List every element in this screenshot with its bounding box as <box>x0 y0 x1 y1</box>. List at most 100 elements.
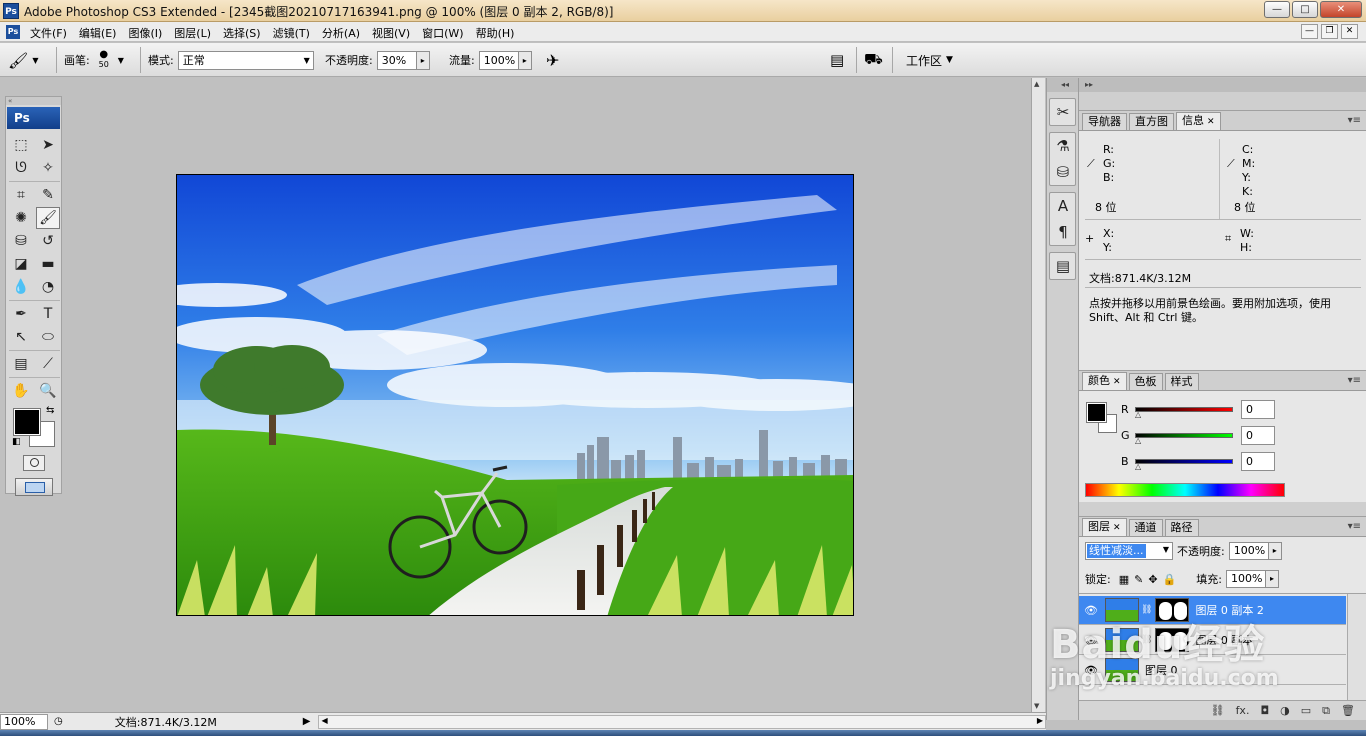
lock-all-icon[interactable]: 🔒 <box>1163 573 1177 586</box>
menu-view[interactable]: 视图(V) <box>368 25 418 41</box>
blue-value-input[interactable]: 0 <box>1241 452 1275 471</box>
eye-icon[interactable]: 👁 <box>1079 604 1103 617</box>
flow-input[interactable]: 100% <box>478 50 519 70</box>
red-slider[interactable]: R 0 △ <box>1121 400 1275 419</box>
color-spectrum-ramp[interactable] <box>1085 483 1285 497</box>
close-button[interactable]: ✕ <box>1320 1 1362 18</box>
tab-color[interactable]: 颜色 ✕ <box>1082 372 1127 390</box>
mask-link-icon[interactable]: ⛓ <box>1141 635 1152 645</box>
hand-tool-icon[interactable]: ✋ <box>9 380 33 402</box>
layers-scrollbar[interactable] <box>1347 594 1366 702</box>
gradient-tool-icon[interactable]: ▬ <box>36 253 60 275</box>
menu-analysis[interactable]: 分析(A) <box>318 25 368 41</box>
tools-grip[interactable]: « <box>6 97 61 105</box>
green-slider[interactable]: G 0 △ <box>1121 426 1275 445</box>
slider-knob-icon[interactable]: △ <box>1135 462 1141 471</box>
scroll-up-icon[interactable]: ▲ <box>1034 80 1039 88</box>
eraser-tool-icon[interactable]: ◪ <box>9 253 33 275</box>
green-value-input[interactable]: 0 <box>1241 426 1275 445</box>
palette-well-icon[interactable]: ▤ <box>830 51 844 69</box>
maximize-button[interactable]: □ <box>1292 1 1318 18</box>
tab-navigator[interactable]: 导航器 <box>1082 113 1127 130</box>
notes-tool-icon[interactable]: ▤ <box>9 353 33 375</box>
canvas-vertical-scrollbar[interactable]: ▲ ▼ <box>1031 78 1045 712</box>
opacity-input[interactable]: 30% <box>376 50 417 70</box>
new-layer-icon[interactable]: ⧉ <box>1322 704 1330 718</box>
shape-tool-icon[interactable]: ⬭ <box>36 326 60 348</box>
dodge-tool-icon[interactable]: ◔ <box>36 276 60 298</box>
status-options-icon[interactable]: ◷ <box>54 716 63 727</box>
slider-knob-icon[interactable]: △ <box>1135 436 1141 445</box>
menu-image[interactable]: 图像(I) <box>124 25 170 41</box>
menu-window[interactable]: 窗口(W) <box>418 25 471 41</box>
type-tool-icon[interactable]: T <box>36 303 60 325</box>
menu-layer[interactable]: 图层(L) <box>170 25 219 41</box>
status-menu-arrow-icon[interactable]: ▶ <box>303 716 311 727</box>
menu-file[interactable]: 文件(F) <box>26 25 75 41</box>
add-mask-icon[interactable]: ◘ <box>1260 704 1269 717</box>
delete-layer-icon[interactable]: 🗑 <box>1341 704 1355 717</box>
scroll-right-icon[interactable]: ▶ <box>1037 716 1043 725</box>
doc-minimize-button[interactable]: — <box>1301 24 1318 39</box>
slider-knob-icon[interactable]: △ <box>1135 410 1141 419</box>
eye-icon[interactable]: 👁 <box>1079 664 1103 677</box>
slice-tool-icon[interactable]: ✎ <box>36 184 60 206</box>
green-slider-track[interactable] <box>1135 433 1233 438</box>
close-icon[interactable]: ✕ <box>1207 117 1215 127</box>
menu-select[interactable]: 选择(S) <box>219 25 269 41</box>
blur-tool-icon[interactable]: 💧 <box>9 276 33 298</box>
doc-restore-button[interactable]: ❐ <box>1321 24 1338 39</box>
layer-style-icon[interactable]: fx. <box>1236 704 1250 717</box>
default-colors-icon[interactable]: ◧ <box>12 437 21 447</box>
color-fg-swatch[interactable] <box>1086 402 1107 423</box>
magic-wand-tool-icon[interactable]: ✧ <box>36 157 60 179</box>
layer-opacity-input[interactable]: 100% <box>1228 542 1269 560</box>
document-canvas[interactable] <box>176 174 854 616</box>
brush-picker-arrow-icon[interactable]: ▼ <box>118 56 124 65</box>
new-group-icon[interactable]: ▭ <box>1301 704 1311 717</box>
tab-channels[interactable]: 通道 <box>1128 519 1163 536</box>
pen-tool-icon[interactable]: ✒ <box>9 303 33 325</box>
doc-close-button[interactable]: ✕ <box>1341 24 1358 39</box>
mask-link-icon[interactable]: ⛓ <box>1141 605 1152 615</box>
swap-colors-icon[interactable]: ⇆ <box>46 405 54 416</box>
close-icon[interactable]: ✕ <box>1113 377 1121 387</box>
panels-expand-icon[interactable]: ▸▸ <box>1079 78 1366 92</box>
layer-comps-icon[interactable]: ▤ <box>1050 253 1076 279</box>
layer-mask-thumbnail[interactable] <box>1155 628 1190 652</box>
zoom-tool-icon[interactable]: 🔍 <box>36 380 60 402</box>
layer-row[interactable]: 👁 ⛓ 图层 0 副本 2 <box>1079 596 1346 625</box>
move-tool-icon[interactable]: ➤ <box>36 134 60 156</box>
crop-tool-icon[interactable]: ⌗ <box>9 184 33 206</box>
opacity-slider-button[interactable]: ▸ <box>416 50 430 70</box>
lock-position-icon[interactable]: ✥ <box>1148 573 1157 586</box>
foreground-color-swatch[interactable] <box>13 408 41 436</box>
eyedropper-tool-icon[interactable]: ⟋ <box>36 353 60 375</box>
panel-menu-icon[interactable]: ▾≡ <box>1348 521 1361 532</box>
panel-menu-icon[interactable]: ▾≡ <box>1348 375 1361 386</box>
tab-layers[interactable]: 图层 ✕ <box>1082 518 1127 536</box>
tool-presets-icon[interactable]: ✂ <box>1050 99 1076 125</box>
character-panel-icon[interactable]: A <box>1050 193 1076 219</box>
panel-menu-icon[interactable]: ▾≡ <box>1348 115 1361 126</box>
path-selection-tool-icon[interactable]: ↖ <box>9 326 33 348</box>
clone-source-icon[interactable]: ⛁ <box>1050 159 1076 185</box>
red-value-input[interactable]: 0 <box>1241 400 1275 419</box>
tab-paths[interactable]: 路径 <box>1164 519 1199 536</box>
workspace-menu[interactable]: 工作区 <box>906 52 942 69</box>
airbrush-icon[interactable]: ✈ <box>546 51 559 70</box>
screen-mode-button[interactable] <box>14 478 53 496</box>
menu-filter[interactable]: 滤镜(T) <box>269 25 318 41</box>
tab-swatches[interactable]: 色板 <box>1128 373 1163 390</box>
adjustment-layer-icon[interactable]: ◑ <box>1280 704 1290 717</box>
mode-select[interactable]: 正常 ▼ <box>177 50 314 70</box>
layer-opacity-slider-button[interactable]: ▸ <box>1268 542 1282 560</box>
red-slider-track[interactable] <box>1135 407 1233 412</box>
blue-slider-track[interactable] <box>1135 459 1233 464</box>
workspace-arrow-icon[interactable]: ▼ <box>946 55 953 65</box>
fill-input[interactable]: 100% <box>1225 570 1266 588</box>
eye-icon[interactable]: 👁 <box>1079 634 1103 647</box>
flow-slider-button[interactable]: ▸ <box>518 50 532 70</box>
menu-edit[interactable]: 编辑(E) <box>75 25 125 41</box>
paragraph-panel-icon[interactable]: ¶ <box>1050 219 1076 245</box>
